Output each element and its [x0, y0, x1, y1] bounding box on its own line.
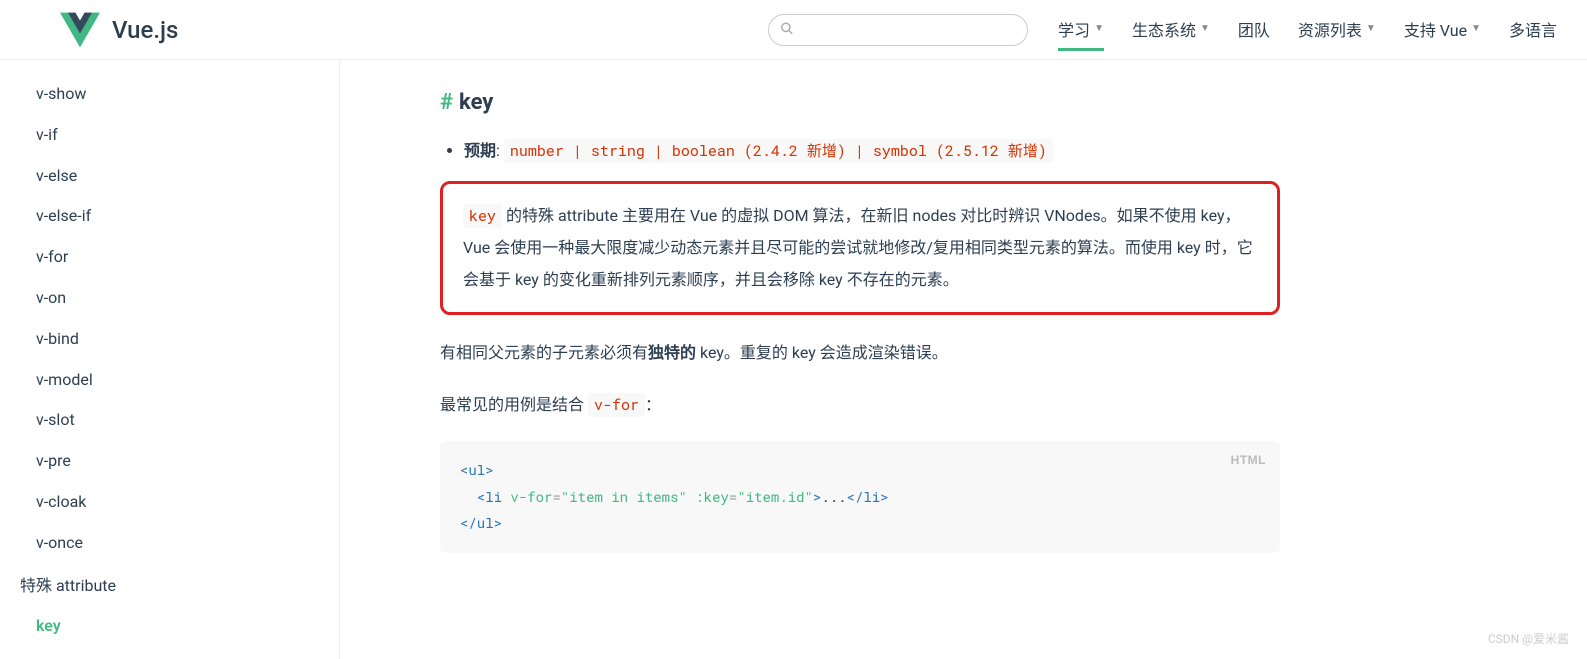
nav-label: 学习 [1058, 17, 1090, 41]
expected-item: 预期: number | string | boolean (2.4.2 新增)… [464, 137, 1280, 161]
highlight-box: key 的特殊 attribute 主要用在 Vue 的虚拟 DOM 算法，在新… [440, 181, 1280, 315]
sidebar-item-v-if[interactable]: v-if [0, 115, 339, 156]
nav-label: 团队 [1238, 17, 1270, 41]
sidebar-item-v-bind[interactable]: v-bind [0, 319, 339, 360]
hash-link[interactable]: # [440, 90, 453, 115]
sidebar: v-show v-if v-else v-else-if v-for v-on … [0, 60, 340, 659]
sidebar-item-v-once[interactable]: v-once [0, 523, 339, 564]
main-container: v-show v-if v-else v-else-if v-for v-on … [0, 60, 1587, 659]
sidebar-heading-special-attr[interactable]: 特殊 attribute [0, 564, 339, 607]
content: # key 预期: number | string | boolean (2.4… [340, 60, 1340, 659]
highlight-text: 的特殊 attribute 主要用在 Vue 的虚拟 DOM 算法，在新旧 no… [463, 206, 1253, 289]
code-line-2: <li v-for="item in items" :key="item.id"… [460, 484, 1260, 511]
chevron-down-icon: ▼ [1200, 23, 1210, 34]
sidebar-item-v-else[interactable]: v-else [0, 156, 339, 197]
nav-resources[interactable]: 资源列表 ▼ [1298, 17, 1376, 43]
expected-list: 预期: number | string | boolean (2.4.2 新增)… [440, 137, 1280, 161]
sidebar-item-key[interactable]: key [0, 606, 339, 647]
section-heading: # key [440, 90, 1280, 115]
chevron-down-icon: ▼ [1471, 23, 1481, 34]
expected-colon: : [496, 141, 504, 160]
code-lang-badge: HTML [1231, 449, 1266, 472]
search-icon [780, 20, 794, 39]
nav-lang[interactable]: 多语言 [1509, 17, 1557, 43]
bold-text: 独特的 [648, 343, 696, 362]
sidebar-item-v-cloak[interactable]: v-cloak [0, 482, 339, 523]
code-block: HTML <ul> <li v-for="item in items" :key… [440, 441, 1280, 553]
paragraph-unique-key: 有相同父元素的子元素必须有独特的 key。重复的 key 会造成渲染错误。 [440, 337, 1280, 369]
code-line-3: </ul> [460, 510, 1260, 537]
chevron-down-icon: ▼ [1094, 23, 1104, 34]
search-box [768, 14, 1028, 46]
sidebar-item-v-else-if[interactable]: v-else-if [0, 196, 339, 237]
nav-ecosystem[interactable]: 生态系统 ▼ [1132, 17, 1210, 43]
logo[interactable]: Vue.js [60, 10, 178, 50]
expected-label: 预期 [464, 141, 496, 160]
nav-label: 资源列表 [1298, 17, 1362, 41]
sidebar-item-v-show[interactable]: v-show [0, 74, 339, 115]
logo-text: Vue.js [112, 16, 178, 44]
nav-team[interactable]: 团队 [1238, 17, 1270, 43]
vue-logo-icon [60, 10, 100, 50]
sidebar-item-v-on[interactable]: v-on [0, 278, 339, 319]
nav-support[interactable]: 支持 Vue ▼ [1404, 17, 1481, 43]
chevron-down-icon: ▼ [1366, 23, 1376, 34]
vfor-code: v-for [588, 393, 645, 417]
nav-learn[interactable]: 学习 ▼ [1058, 17, 1104, 43]
nav-label: 生态系统 [1132, 17, 1196, 41]
key-code: key [463, 204, 502, 228]
nav-links: 学习 ▼ 生态系统 ▼ 团队 资源列表 ▼ 支持 Vue ▼ 多语言 [1058, 17, 1557, 43]
paragraph-vfor-usage: 最常见的用例是结合 v-for： [440, 389, 1280, 421]
sidebar-item-v-slot[interactable]: v-slot [0, 400, 339, 441]
code-line-1: <ul> [460, 457, 1260, 484]
heading-text: key [459, 90, 493, 115]
sidebar-item-v-pre[interactable]: v-pre [0, 441, 339, 482]
sidebar-item-v-for[interactable]: v-for [0, 237, 339, 278]
search-input[interactable] [768, 14, 1028, 46]
expected-types: number | string | boolean (2.4.2 新增) | s… [504, 139, 1053, 163]
nav-label: 支持 Vue [1404, 17, 1467, 41]
nav-label: 多语言 [1509, 17, 1557, 41]
header: Vue.js 学习 ▼ 生态系统 ▼ 团队 资源列表 ▼ 支持 Vue ▼ [0, 0, 1587, 60]
sidebar-item-v-model[interactable]: v-model [0, 360, 339, 401]
